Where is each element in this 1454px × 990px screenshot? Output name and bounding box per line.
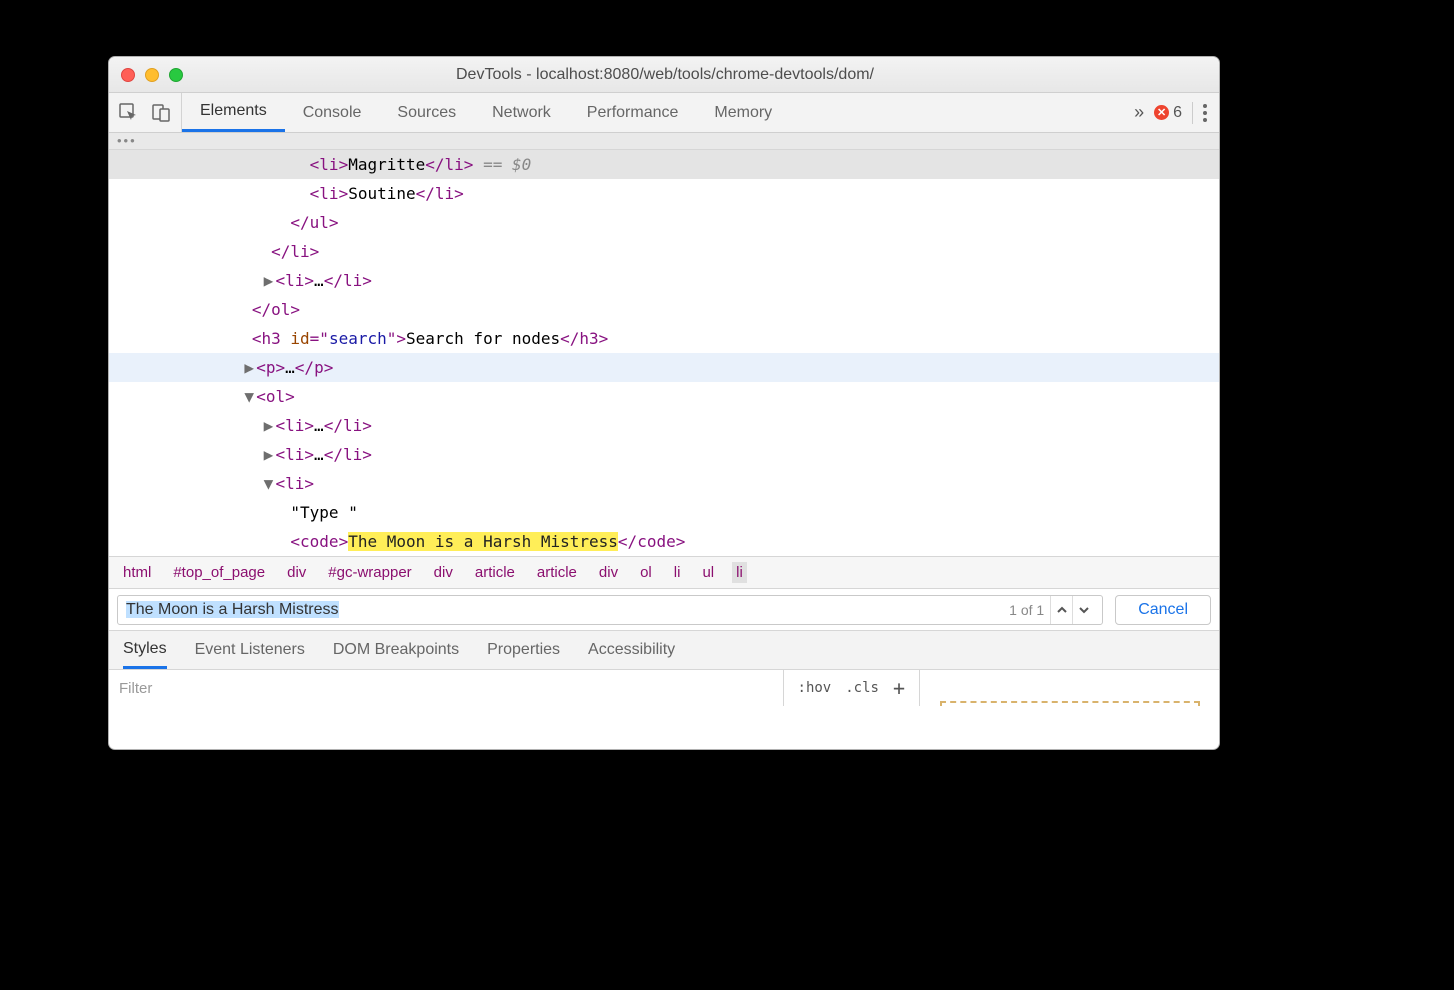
sub-tab-styles[interactable]: Styles [123,631,167,669]
new-style-button[interactable]: + [893,676,905,700]
breadcrumb-item[interactable]: #gc-wrapper [324,562,415,583]
styles-toolbar: Filter :hov .cls + [109,670,1219,706]
main-tabs: Elements Console Sources Network Perform… [182,93,1122,132]
styles-sidebar-tabs: Styles Event Listeners DOM Breakpoints Prop… [109,630,1219,670]
cls-toggle[interactable]: .cls [845,680,879,696]
breadcrumb-item[interactable]: div [595,562,622,583]
search-bar: The Moon is a Harsh Mistress 1 of 1 Canc… [109,588,1219,630]
device-toggle-icon[interactable] [151,103,171,123]
dom-node-line[interactable]: </li> [109,237,1219,266]
zoom-window-button[interactable] [169,68,183,82]
dom-node-line[interactable]: ▶<li>…</li> [109,266,1219,295]
dom-node-line[interactable]: <li>Magritte</li> == $0 [109,150,1219,179]
search-next-button[interactable] [1072,596,1094,624]
breadcrumb-item[interactable]: article [471,562,519,583]
dom-node-line[interactable]: <code>The Moon is a Harsh Mistress</code… [109,527,1219,556]
search-hit-count: 1 of 1 [1003,602,1050,618]
error-count: 6 [1173,104,1182,122]
sub-tab-accessibility[interactable]: Accessibility [588,631,675,669]
close-window-button[interactable] [121,68,135,82]
breadcrumb-item[interactable]: li [732,562,747,583]
breadcrumb-item[interactable]: #top_of_page [169,562,269,583]
breadcrumb-item[interactable]: ol [636,562,656,583]
error-icon: ✕ [1154,105,1169,120]
dom-node-line[interactable]: </ol> [109,295,1219,324]
dom-node-line[interactable]: ▶<li>…</li> [109,411,1219,440]
inspect-element-icon[interactable] [119,103,139,123]
dom-node-line[interactable]: "Type " [109,498,1219,527]
dom-tree[interactable]: <li>Magritte</li> == $0 <li>Soutine</li>… [109,150,1219,556]
hov-toggle[interactable]: :hov [798,680,832,696]
devtools-window: DevTools - localhost:8080/web/tools/chro… [108,56,1220,750]
tab-performance[interactable]: Performance [569,93,697,132]
dom-node-line[interactable]: ▶<p>…</p> [109,353,1219,382]
dom-node-line[interactable]: ▶<li>…</li> [109,440,1219,469]
error-count-badge[interactable]: ✕ 6 [1154,104,1182,122]
tab-memory[interactable]: Memory [696,93,790,132]
settings-menu-button[interactable] [1203,104,1207,122]
search-input-container: The Moon is a Harsh Mistress 1 of 1 [117,595,1103,625]
breadcrumb-item[interactable]: div [283,562,310,583]
dom-node-line[interactable]: <h3 id="search">Search for nodes</h3> [109,324,1219,353]
tab-network[interactable]: Network [474,93,569,132]
dom-node-line[interactable]: ▼<li> [109,469,1219,498]
search-cancel-button[interactable]: Cancel [1115,595,1211,625]
styles-filter-input[interactable]: Filter [119,680,152,697]
sub-tab-event-listeners[interactable]: Event Listeners [195,631,305,669]
search-prev-button[interactable] [1050,596,1072,624]
window-controls [121,68,183,82]
tab-sources[interactable]: Sources [379,93,474,132]
tab-console[interactable]: Console [285,93,380,132]
window-title: DevTools - localhost:8080/web/tools/chro… [183,66,1147,84]
sub-tab-dom-breakpoints[interactable]: DOM Breakpoints [333,631,459,669]
dom-node-line[interactable]: ▼<ol> [109,382,1219,411]
breadcrumb-item[interactable]: html [119,562,155,583]
collapsed-indicator: ••• [109,133,1219,150]
search-input[interactable]: The Moon is a Harsh Mistress [126,601,1003,619]
window-titlebar: DevTools - localhost:8080/web/tools/chro… [109,57,1219,93]
dom-breadcrumb: html #top_of_page div #gc-wrapper div ar… [109,556,1219,588]
computed-box-model [919,670,1219,706]
sub-tab-properties[interactable]: Properties [487,631,560,669]
dom-node-line[interactable]: <li>Soutine</li> [109,179,1219,208]
breadcrumb-item[interactable]: li [670,562,685,583]
tab-elements[interactable]: Elements [182,93,285,132]
tabs-overflow-button[interactable]: » [1134,102,1144,123]
main-toolbar: Elements Console Sources Network Perform… [109,93,1219,133]
minimize-window-button[interactable] [145,68,159,82]
breadcrumb-item[interactable]: div [430,562,457,583]
dom-node-line[interactable]: </ul> [109,208,1219,237]
breadcrumb-item[interactable]: article [533,562,581,583]
breadcrumb-item[interactable]: ul [698,562,718,583]
